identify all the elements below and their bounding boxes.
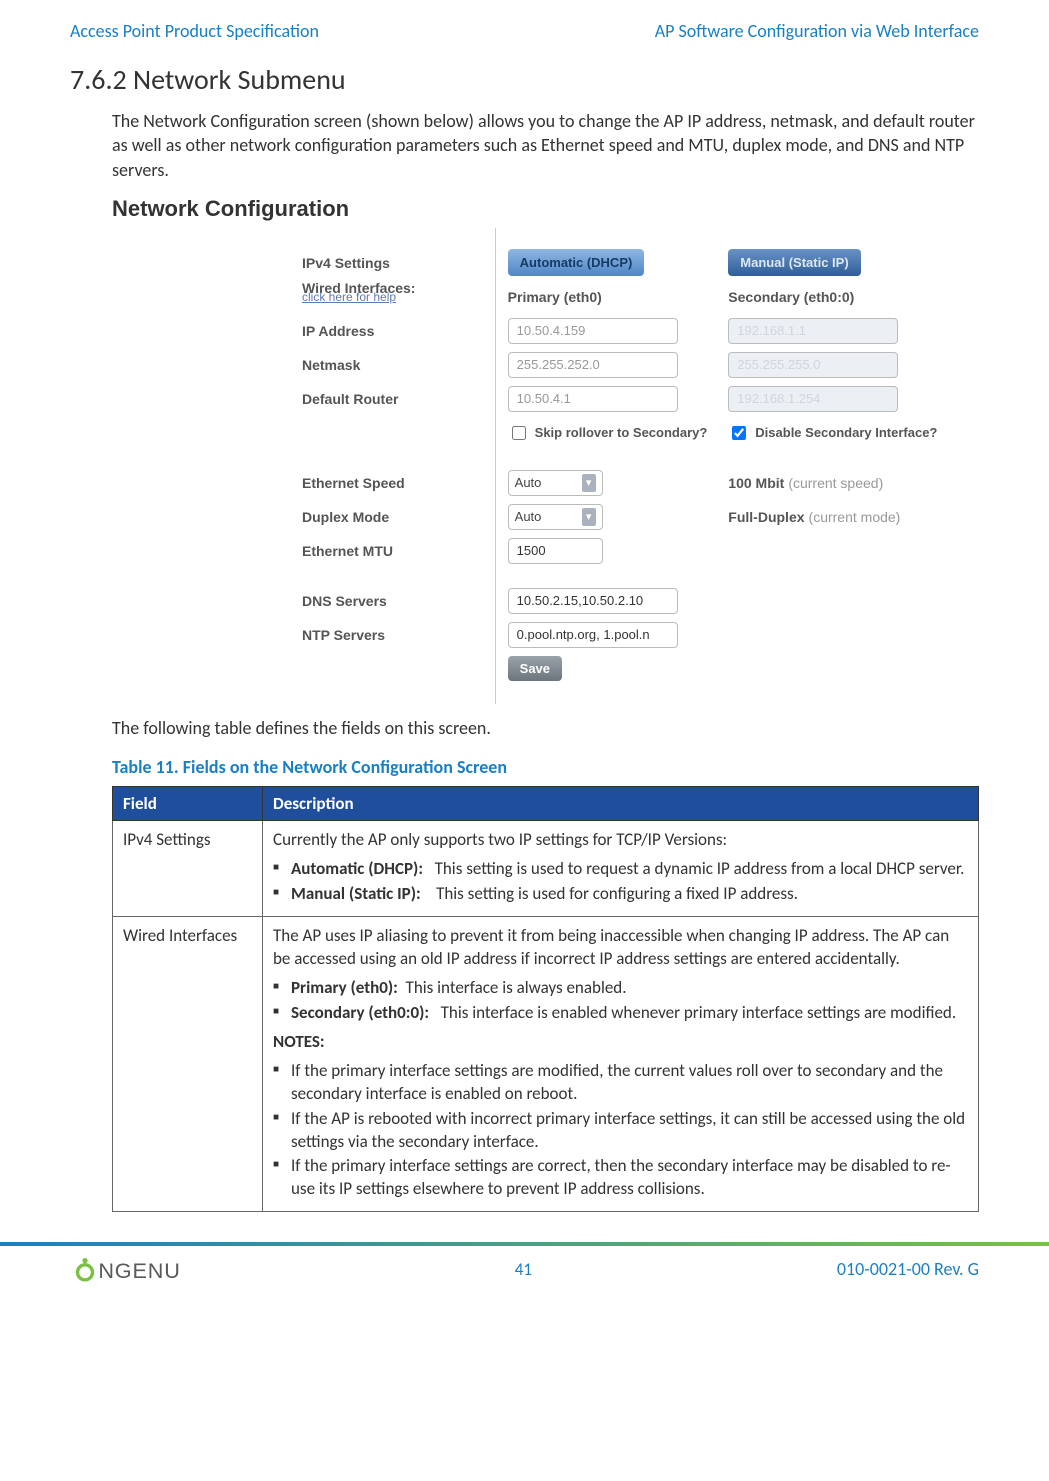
brand-logo: NGENU	[70, 1254, 210, 1284]
fields-table: Field Description IPv4 Settings Currentl…	[112, 786, 979, 1212]
label-dns: DNS Servers	[302, 584, 495, 618]
network-config-screenshot: Network Configuration IPv4 Settings Wire…	[112, 196, 979, 704]
header-right: AP Software Configuration via Web Interf…	[655, 20, 979, 42]
label-router: Default Router	[302, 382, 495, 416]
label-duplex: Duplex Mode	[302, 500, 495, 534]
chevron-down-icon: ▾	[582, 508, 596, 526]
cell-desc: The AP uses IP aliasing to prevent it fr…	[263, 917, 979, 1212]
table-row: IPv4 Settings Currently the AP only supp…	[113, 821, 979, 917]
section-intro: The Network Configuration screen (shown …	[112, 109, 979, 182]
cell-field: Wired Interfaces	[113, 917, 263, 1212]
skip-rollover-label: Skip rollover to Secondary?	[535, 425, 708, 440]
doc-id: 010-0021-00 Rev. G	[837, 1258, 979, 1280]
table-lead: The following table defines the fields o…	[112, 716, 979, 740]
label-mtu: Ethernet MTU	[302, 534, 495, 568]
primary-netmask-input[interactable]	[508, 352, 678, 378]
label-ip: IP Address	[302, 314, 495, 348]
secondary-netmask-input	[728, 352, 898, 378]
mtu-input[interactable]	[508, 538, 603, 564]
section-heading: 7.6.2 Network Submenu	[70, 62, 979, 97]
page-number: 41	[515, 1259, 532, 1280]
table-caption: Table 11. Fields on the Network Configur…	[112, 756, 979, 778]
label-blank	[302, 416, 495, 450]
label-ntp: NTP Servers	[302, 618, 495, 652]
secondary-router-input	[728, 386, 898, 412]
tab-manual[interactable]: Manual (Static IP)	[728, 249, 860, 276]
speed-value: Auto	[515, 475, 542, 490]
disable-secondary-label: Disable Secondary Interface?	[755, 425, 937, 440]
th-field: Field	[113, 787, 263, 821]
duplex-hint: Full-Duplex(current mode)	[728, 500, 979, 534]
disable-secondary-checkbox[interactable]	[732, 426, 746, 440]
cell-field: IPv4 Settings	[113, 821, 263, 917]
svg-text:NGENU: NGENU	[98, 1258, 180, 1283]
save-button[interactable]: Save	[508, 656, 562, 681]
duplex-select[interactable]: Auto ▾	[508, 504, 603, 530]
primary-router-input[interactable]	[508, 386, 678, 412]
ntp-input[interactable]	[508, 622, 678, 648]
label-speed: Ethernet Speed	[302, 466, 495, 500]
chevron-down-icon: ▾	[582, 474, 596, 492]
tab-dhcp[interactable]: Automatic (DHCP)	[508, 249, 645, 276]
duplex-value: Auto	[515, 509, 542, 524]
secondary-ip-input	[728, 318, 898, 344]
speed-select[interactable]: Auto ▾	[508, 470, 603, 496]
table-row: Wired Interfaces The AP uses IP aliasing…	[113, 917, 979, 1212]
th-desc: Description	[263, 787, 979, 821]
header-left: Access Point Product Specification	[70, 20, 319, 42]
disable-secondary-check[interactable]: Disable Secondary Interface?	[728, 416, 979, 450]
speed-hint: 100 Mbit(current speed)	[728, 466, 979, 500]
col-secondary: Secondary (eth0:0)	[728, 280, 979, 314]
nc-title: Network Configuration	[112, 196, 979, 222]
skip-rollover-check[interactable]: Skip rollover to Secondary?	[508, 416, 717, 450]
label-ipv4: IPv4 Settings	[302, 246, 495, 280]
dns-input[interactable]	[508, 588, 678, 614]
label-netmask: Netmask	[302, 348, 495, 382]
cell-desc: Currently the AP only supports two IP se…	[263, 821, 979, 917]
primary-ip-input[interactable]	[508, 318, 678, 344]
col-primary: Primary (eth0)	[508, 280, 717, 314]
skip-rollover-checkbox[interactable]	[512, 426, 526, 440]
